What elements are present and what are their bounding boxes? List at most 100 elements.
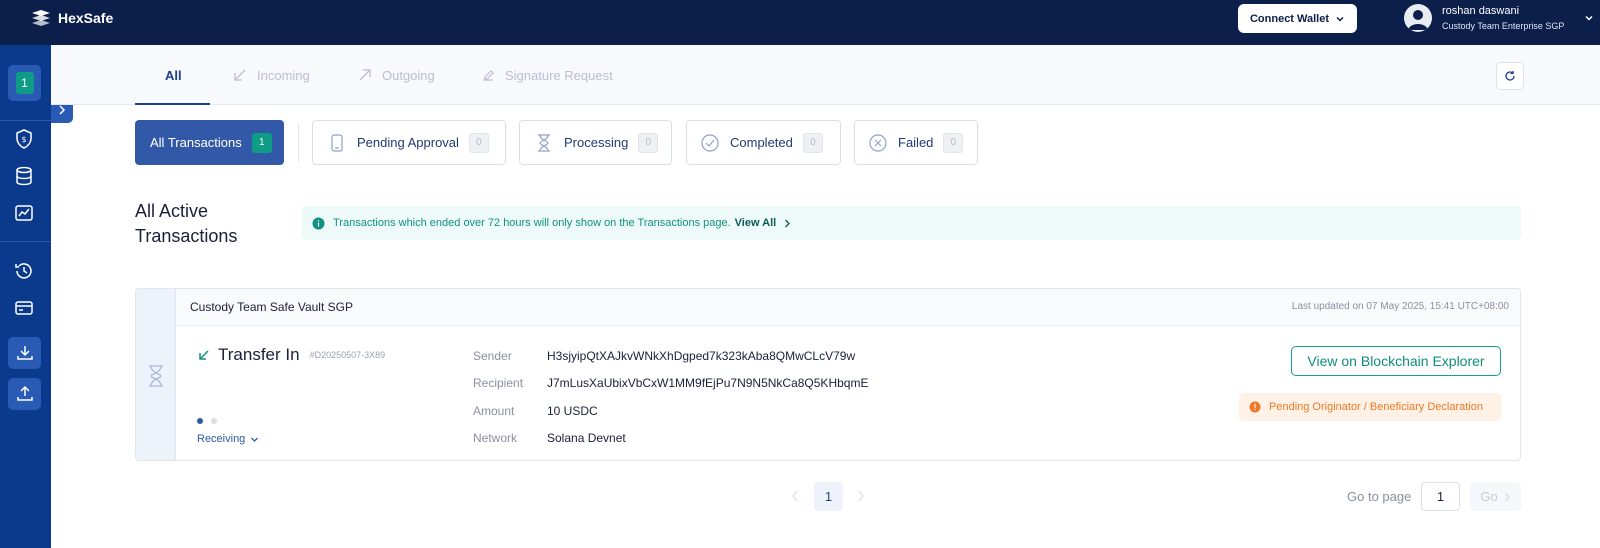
tab-label: All xyxy=(165,67,182,83)
chevron-down-icon[interactable] xyxy=(1584,13,1594,23)
chevron-down-icon xyxy=(251,437,259,442)
refresh-button[interactable] xyxy=(1496,62,1524,90)
network-label: Network xyxy=(473,431,518,445)
filter-count: 0 xyxy=(638,132,659,153)
app-name: HexSafe xyxy=(58,10,114,26)
sidebar-item-analytics[interactable] xyxy=(13,202,35,224)
recipient-value: J7mLusXaUbixVbCxW1MM9fEjPu7N9N5NkCa8Q5KH… xyxy=(547,376,869,390)
chart-icon xyxy=(15,205,33,221)
sidebar-item-history[interactable] xyxy=(13,260,35,282)
app-logo[interactable]: HexSafe xyxy=(30,10,113,26)
transaction-tabs: All Incoming Outgoing Signature Request xyxy=(51,45,1600,105)
database-icon xyxy=(16,166,32,186)
sender-value: H3sjyipQtXAJkvWNkXhDgped7k323kAba8QMwCLc… xyxy=(547,349,856,363)
filter-pending-approval[interactable]: Pending Approval 0 xyxy=(312,120,506,165)
filter-count: 0 xyxy=(802,132,823,153)
amount-value: 10 USDC xyxy=(547,404,598,418)
filter-count: 0 xyxy=(943,132,964,153)
chevron-left-icon xyxy=(792,490,798,502)
connect-wallet-button[interactable]: Connect Wallet xyxy=(1238,4,1357,33)
tab-signature-request[interactable]: Signature Request xyxy=(481,45,613,105)
workspace-count: 1 xyxy=(15,72,34,94)
sidebar-divider xyxy=(0,120,51,121)
page-number-current[interactable]: 1 xyxy=(814,482,843,511)
sidebar-item-vaults[interactable] xyxy=(13,165,35,187)
signature-icon xyxy=(483,70,494,81)
tab-outgoing[interactable]: Outgoing xyxy=(358,45,435,105)
next-page-button[interactable] xyxy=(856,489,866,503)
top-bar: HexSafe Connect Wallet roshan daswani Cu… xyxy=(0,0,1600,45)
progress-step xyxy=(197,418,203,424)
arrow-down-left-icon xyxy=(199,350,209,360)
recipient-label: Recipient xyxy=(473,376,524,390)
amount-label: Amount xyxy=(473,404,515,418)
tab-incoming[interactable]: Incoming xyxy=(233,45,310,105)
status-rail xyxy=(136,289,176,460)
notice-text: Transactions which ended over 72 hours w… xyxy=(333,217,731,229)
filter-label: Processing xyxy=(564,135,629,150)
status-label: Receiving xyxy=(197,433,246,445)
chevron-right-icon xyxy=(785,219,791,227)
prev-page-button[interactable] xyxy=(790,489,800,503)
status-badge: Pending Originator / Beneficiary Declara… xyxy=(1239,393,1501,421)
hourglass-icon xyxy=(538,133,550,152)
active-tab-indicator xyxy=(135,103,210,105)
user-menu[interactable]: roshan daswani Custody Team Enterprise S… xyxy=(1404,4,1564,32)
card-header: Custody Team Safe Vault SGP Last updated… xyxy=(176,289,1520,326)
x-circle-icon xyxy=(869,133,887,152)
page-title: All Active Transactions xyxy=(135,201,238,246)
status-badge-text: Pending Originator / Beneficiary Declara… xyxy=(1269,401,1484,413)
transaction-card[interactable]: Custody Team Safe Vault SGP Last updated… xyxy=(135,288,1521,461)
shield-icon: $ xyxy=(16,129,32,149)
upload-icon xyxy=(16,385,33,401)
progress-step xyxy=(211,418,217,424)
tab-label: Incoming xyxy=(257,67,310,83)
transaction-id: #D20250507-3X89 xyxy=(309,350,386,360)
refresh-icon xyxy=(1505,71,1515,81)
view-on-explorer-button[interactable]: View on Blockchain Explorer xyxy=(1291,346,1501,376)
filter-processing[interactable]: Processing 0 xyxy=(519,120,672,165)
filter-label: Pending Approval xyxy=(357,135,459,150)
info-icon xyxy=(312,217,325,229)
connect-wallet-label: Connect Wallet xyxy=(1249,12,1330,25)
info-notice: Transactions which ended over 72 hours w… xyxy=(302,206,1521,240)
hexsafe-logo-icon xyxy=(32,10,50,26)
filter-count: 1 xyxy=(251,132,272,153)
go-label: Go xyxy=(1480,489,1498,504)
sidebar-divider xyxy=(0,241,51,242)
vault-name: Custody Team Safe Vault SGP xyxy=(190,300,353,314)
goto-page-input[interactable] xyxy=(1421,482,1460,511)
sidebar-workspace-badge[interactable]: 1 xyxy=(8,65,41,101)
go-button[interactable]: Go xyxy=(1470,482,1521,511)
sidebar-item-withdraw[interactable] xyxy=(8,378,41,410)
hourglass-icon xyxy=(148,364,163,387)
user-name: roshan daswani xyxy=(1442,5,1520,17)
filter-label: Completed xyxy=(730,135,793,150)
avatar xyxy=(1404,4,1432,32)
alert-icon xyxy=(1249,401,1261,413)
card-icon xyxy=(15,301,33,315)
sidebar-item-payments[interactable] xyxy=(13,297,35,319)
sidebar-item-deposit[interactable] xyxy=(8,337,41,369)
status-dropdown[interactable]: Receiving xyxy=(197,433,259,445)
phone-icon xyxy=(331,133,343,152)
filter-all-transactions[interactable]: All Transactions 1 xyxy=(135,120,284,165)
view-all-label: View All xyxy=(734,217,777,229)
transaction-type: Transfer In #D20250507-3X89 xyxy=(198,345,385,365)
tab-label: Outgoing xyxy=(382,67,435,83)
check-circle-icon xyxy=(701,133,719,152)
progress-steps xyxy=(197,418,217,424)
filter-failed[interactable]: Failed 0 xyxy=(854,120,978,165)
sender-label: Sender xyxy=(473,349,512,363)
sidebar-item-security[interactable]: $ xyxy=(13,128,35,150)
tab-all[interactable]: All xyxy=(165,45,182,105)
chevron-right-icon xyxy=(1504,492,1510,501)
download-icon xyxy=(16,346,33,360)
filter-completed[interactable]: Completed 0 xyxy=(686,120,841,165)
transaction-type-label: Transfer In xyxy=(218,345,300,364)
filter-divider xyxy=(298,124,299,162)
view-all-link[interactable]: View All xyxy=(735,217,792,229)
filter-label: Failed xyxy=(898,135,934,150)
network-value: Solana Devnet xyxy=(547,431,626,445)
chevron-right-icon xyxy=(858,490,864,502)
